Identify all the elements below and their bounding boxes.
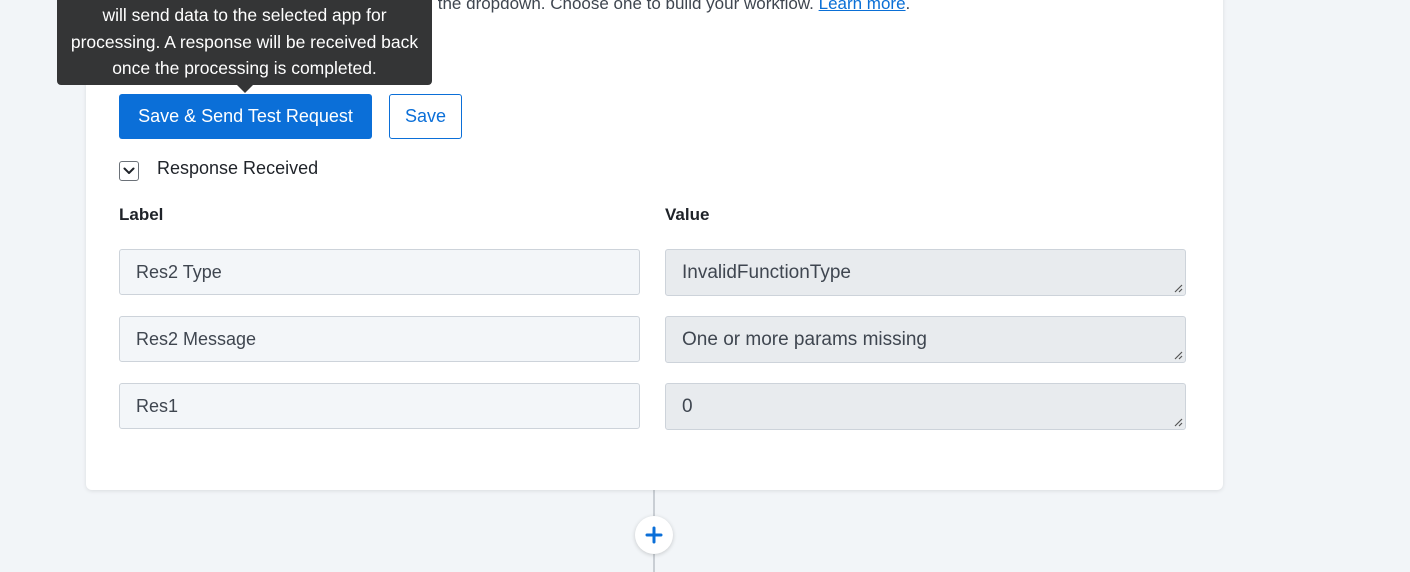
tooltip-line: processing. A response will be received …	[70, 31, 419, 52]
value-field-res2-message[interactable]: One or more params missing	[665, 316, 1186, 363]
tooltip-arrow	[237, 85, 253, 93]
save-send-test-request-button[interactable]: Save & Send Test Request	[119, 94, 372, 139]
value-text: InvalidFunctionType	[682, 261, 851, 283]
label-input-res2-message[interactable]	[119, 316, 640, 362]
label-input-res1[interactable]	[119, 383, 640, 429]
tooltip-line: will send data to the selected app for	[102, 5, 387, 25]
value-text: 0	[682, 395, 693, 417]
response-toggle[interactable]	[119, 161, 139, 181]
value-field-res1[interactable]: 0	[665, 383, 1186, 430]
value-field-res2-type[interactable]: InvalidFunctionType	[665, 249, 1186, 296]
resize-grip-icon[interactable]	[1173, 417, 1183, 427]
intro-period: .	[905, 0, 911, 13]
label-column-header: Label	[119, 205, 164, 224]
save-button[interactable]: Save	[389, 94, 462, 139]
resize-grip-icon[interactable]	[1173, 283, 1183, 293]
response-received-title: Response Received	[157, 158, 319, 178]
tooltip-line: once the processing is completed.	[112, 58, 377, 78]
learn-more-link[interactable]: Learn more	[819, 0, 906, 13]
label-input-res2-type[interactable]	[119, 249, 640, 295]
value-text: One or more params missing	[682, 328, 927, 350]
tooltip: will send data to the selected app for p…	[57, 0, 432, 85]
chevron-down-icon	[123, 167, 135, 174]
value-column-header: Value	[665, 205, 710, 224]
resize-grip-icon[interactable]	[1173, 350, 1183, 360]
add-step-button[interactable]	[635, 516, 673, 554]
plus-icon	[645, 526, 663, 544]
